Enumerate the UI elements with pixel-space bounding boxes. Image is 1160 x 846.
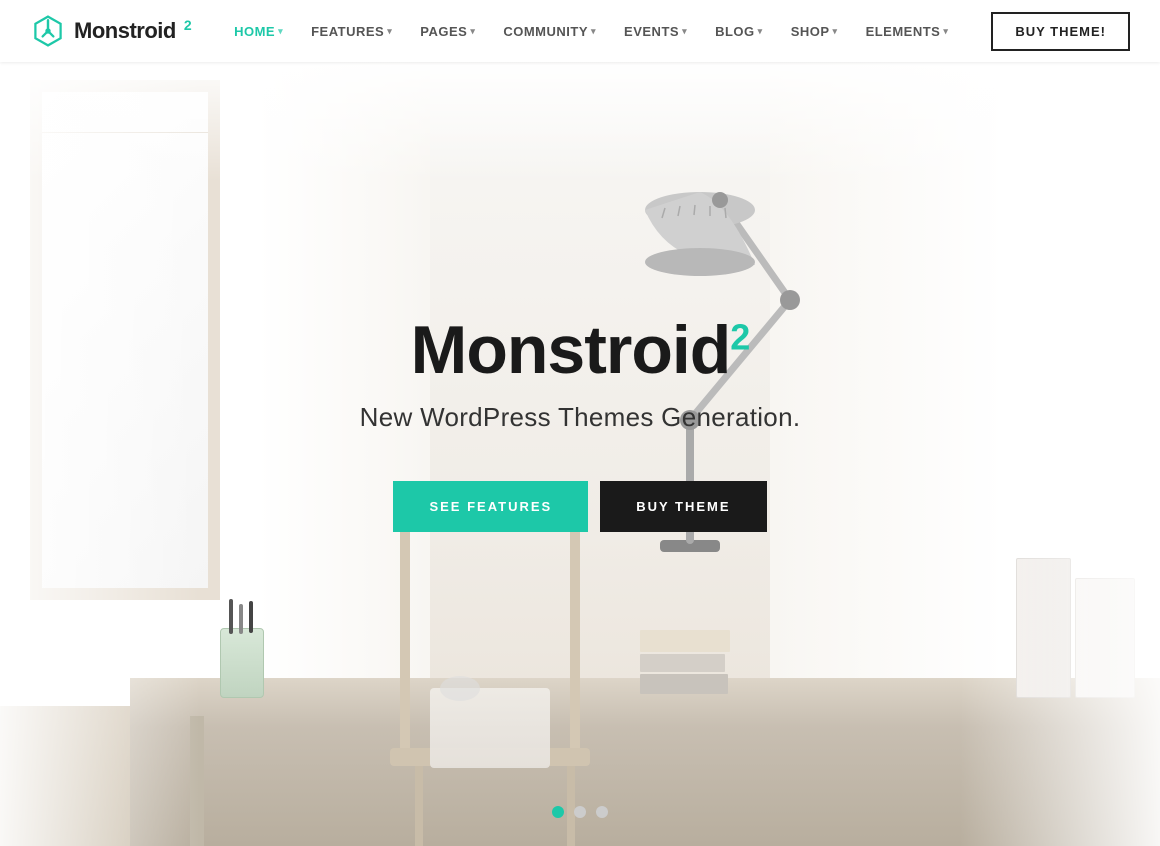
chevron-down-icon: ▾: [682, 26, 687, 37]
chevron-down-icon: ▾: [758, 26, 763, 37]
main-nav: HOME ▾ FEATURES ▾ PAGES ▾ COMMUNITY ▾ EV…: [222, 16, 960, 47]
hero-subtitle: New WordPress Themes Generation.: [360, 402, 801, 433]
slider-dot-2[interactable]: [574, 806, 586, 818]
hero-title-sup: 2: [730, 316, 749, 357]
hero-section: Monstroid 2 New WordPress Themes Generati…: [0, 0, 1160, 846]
hero-buttons: SEE FEATURES BUY THEME: [393, 481, 766, 532]
nav-item-elements[interactable]: ELEMENTS ▾: [854, 16, 961, 47]
nav-item-community[interactable]: COMMUNITY ▾: [491, 16, 608, 47]
slider-dot-3[interactable]: [596, 806, 608, 818]
nav-item-features[interactable]: FEATURES ▾: [299, 16, 404, 47]
logo[interactable]: Monstroid 2: [30, 13, 191, 49]
logo-text: Monstroid: [74, 18, 176, 44]
nav-item-pages[interactable]: PAGES ▾: [408, 16, 487, 47]
hero-title: Monstroid2: [411, 316, 750, 384]
chevron-down-icon: ▾: [387, 26, 392, 37]
chevron-down-icon: ▾: [943, 26, 948, 37]
chevron-down-icon: ▾: [470, 26, 475, 37]
header: Monstroid 2 HOME ▾ FEATURES ▾ PAGES ▾ COM…: [0, 0, 1160, 62]
hero-content: Monstroid2 New WordPress Themes Generati…: [0, 62, 1160, 846]
logo-superscript: 2: [184, 17, 191, 33]
slider-dot-1[interactable]: [552, 806, 564, 818]
nav-item-home[interactable]: HOME ▾: [222, 16, 295, 47]
buy-theme-button[interactable]: BUY THEME!: [991, 12, 1130, 51]
nav-item-shop[interactable]: SHOP ▾: [779, 16, 850, 47]
chevron-down-icon: ▾: [278, 26, 283, 37]
slider-dots: [552, 806, 608, 818]
see-features-button[interactable]: SEE FEATURES: [393, 481, 588, 532]
nav-item-blog[interactable]: BLOG ▾: [703, 16, 775, 47]
buy-theme-hero-button[interactable]: BUY THEME: [600, 481, 766, 532]
nav-item-events[interactable]: EVENTS ▾: [612, 16, 699, 47]
chevron-down-icon: ▾: [833, 26, 838, 37]
chevron-down-icon: ▾: [591, 26, 596, 37]
logo-icon: [30, 13, 66, 49]
